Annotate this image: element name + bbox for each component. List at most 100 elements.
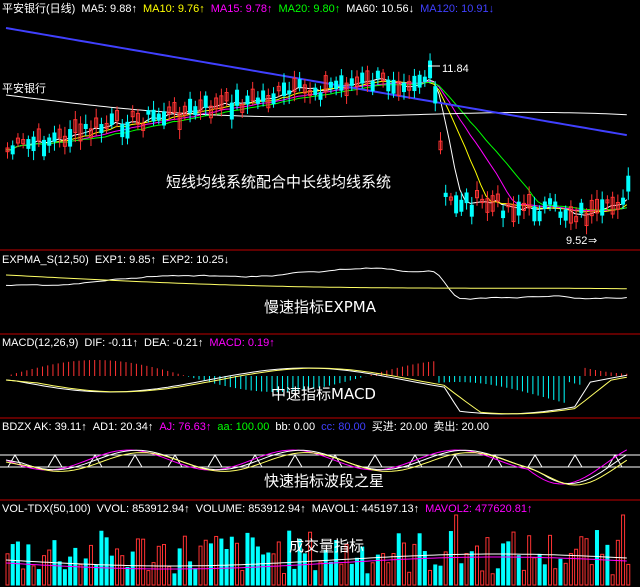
volume-bar <box>375 554 380 586</box>
volume-bar <box>109 555 114 586</box>
candlestick-body <box>553 201 558 208</box>
header-value: EXP1: 9.85↑ <box>95 254 156 266</box>
candlestick-body <box>469 204 474 217</box>
header-value: MAVOL2: 477620.81↑ <box>425 503 532 515</box>
candlestick-body <box>558 211 563 218</box>
volume-bar <box>459 563 464 586</box>
volume-bar <box>313 570 318 586</box>
candlestick-body <box>261 90 266 102</box>
header-value: VOLUME: 853912.94↑ <box>196 503 306 515</box>
candlestick-body <box>287 90 292 95</box>
volume-bar <box>349 563 354 586</box>
volume-bar <box>594 530 599 586</box>
candlestick-body <box>537 211 542 222</box>
candlestick-body <box>42 139 47 157</box>
volume-panel-caption: 成交量指标 <box>289 537 364 555</box>
candlestick-body <box>417 74 422 88</box>
header-value: MAVOL1: 445197.13↑ <box>312 503 419 515</box>
candlestick-body <box>31 136 36 152</box>
header-value: MACD: 0.19↑ <box>209 337 274 349</box>
macd-panel-caption: 中速指标MACD <box>271 385 376 403</box>
header-value: MA15: 9.78↑ <box>211 3 273 15</box>
candlestick-body <box>532 206 537 222</box>
candlestick-body <box>83 123 88 130</box>
candlestick-body <box>188 98 193 113</box>
candlestick-body <box>52 132 57 142</box>
candlestick-body <box>271 93 276 105</box>
volume-bar <box>68 556 73 586</box>
volume-bar <box>250 537 255 586</box>
volume-bar <box>501 543 506 586</box>
volume-bar <box>292 568 297 586</box>
candlestick-body <box>516 201 521 216</box>
candlestick-body <box>297 79 302 88</box>
volume-bar <box>605 544 610 586</box>
header-value: MA10: 9.76↑ <box>143 3 205 15</box>
candlestick-body <box>339 75 344 91</box>
candlestick-body <box>151 109 156 122</box>
volume-bar <box>422 551 427 586</box>
candlestick-body <box>443 192 448 197</box>
expma-panel-caption: 慢速指标EXPMA <box>264 298 377 316</box>
candlestick-body <box>146 110 151 115</box>
header-value: DEA: -0.21↑ <box>144 337 203 349</box>
volume-bar <box>229 536 234 586</box>
header-value: MA120: 10.91↓ <box>420 3 494 15</box>
candlestick-body <box>563 209 568 221</box>
volume-bar <box>26 544 31 586</box>
volume-bar <box>62 569 67 586</box>
volume-bar <box>558 558 563 586</box>
main-panel-caption: 短线均线系统配合中长线均线系统 <box>166 173 391 191</box>
low-price-label: 9.52 <box>566 235 587 247</box>
volume-bar <box>83 558 88 586</box>
volume-bar <box>99 530 104 586</box>
volume-bar <box>537 553 542 586</box>
header-value: 卖出: 20.00 <box>433 419 489 433</box>
header-value: VOL-TDX(50,100) <box>2 503 91 515</box>
header-value: AD1: 20.34↑ <box>93 421 154 433</box>
volume-bar <box>172 573 177 586</box>
bdzx-panel-header: BDZX AK: 39.11↑ AD1: 20.34↑ AJ: 76.63↑ aa: … <box>2 419 489 433</box>
volume-bar <box>255 546 260 586</box>
header-value: MA60: 10.56↓ <box>346 3 414 15</box>
volume-bar <box>177 548 182 586</box>
candlestick-body <box>370 80 375 92</box>
low-arrow-icon: ⇒ <box>588 235 597 247</box>
candlestick-body <box>162 111 166 126</box>
candlestick-body <box>334 80 339 90</box>
volume-bar <box>438 565 443 586</box>
candlestick-body <box>203 95 208 108</box>
candlestick-body <box>433 86 438 104</box>
candlestick-body <box>10 145 15 155</box>
candlestick-body <box>156 113 161 121</box>
stock-chart-canvas[interactable]: 平安银行(日线) MA5: 9.88↑ MA10: 9.76↑ MA15: 9.78↑… <box>0 0 640 587</box>
candlestick-body <box>313 87 318 96</box>
header-value: DIF: -0.11↑ <box>84 337 138 349</box>
candlestick-body <box>621 197 626 205</box>
candlestick-body <box>579 202 584 214</box>
candlestick-body <box>125 121 130 139</box>
candlestick-body <box>318 92 323 100</box>
header-value: EXPMA_S(12,50) <box>2 254 89 266</box>
candlestick-body <box>120 123 125 138</box>
volume-bar <box>302 553 307 586</box>
candlestick-body <box>428 60 433 79</box>
volume-bar <box>193 568 198 586</box>
candlestick-body <box>193 106 198 116</box>
volume-bar <box>188 561 193 586</box>
volume-bar <box>208 543 213 586</box>
header-value: bb: 0.00 <box>275 421 315 433</box>
volume-bar <box>245 532 250 586</box>
volume-panel-header: VOL-TDX(50,100) VVOL: 853912.94↑ VOLUME: 8… <box>2 503 533 515</box>
volume-bar <box>10 544 15 586</box>
header-value: cc: 80.00 <box>321 421 366 433</box>
candlestick-body <box>245 95 250 105</box>
candlestick-body <box>229 102 234 120</box>
volume-bar <box>57 561 62 586</box>
candlestick-body <box>454 195 459 214</box>
volume-bar <box>448 531 453 586</box>
header-value: VVOL: 853912.94↑ <box>97 503 190 515</box>
candlestick-body <box>412 75 417 92</box>
volume-bar <box>104 537 109 586</box>
header-value: 买进: 20.00 <box>372 420 428 433</box>
